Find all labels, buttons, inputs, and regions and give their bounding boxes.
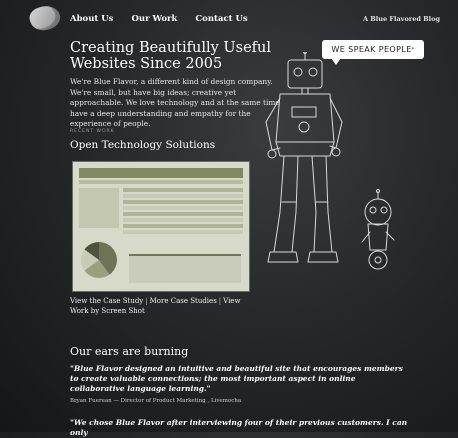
view-case-study-link[interactable]: View the Case Study bbox=[70, 297, 143, 305]
testimonial-quote: "We chose Blue Flavor after interviewing… bbox=[70, 418, 408, 437]
screenshot-table bbox=[123, 188, 243, 248]
screenshot-bar-area bbox=[129, 254, 241, 283]
robots-illustration bbox=[265, 52, 395, 270]
case-study-title: Open Technology Solutions bbox=[70, 139, 216, 151]
testimonial-quote: "Blue Flavor designed an intuitive and b… bbox=[70, 364, 403, 393]
case-study-screenshot[interactable] bbox=[72, 161, 250, 292]
link-separator: | bbox=[145, 297, 148, 305]
intro-text: We're Blue Flavor, a different kind of d… bbox=[70, 77, 280, 129]
screenshot-sidebar bbox=[79, 188, 119, 228]
speech-bubble-mark: * bbox=[411, 46, 415, 53]
blue-flavor-logo[interactable] bbox=[26, 1, 64, 35]
recent-work-label: RECENT WORK bbox=[70, 129, 115, 134]
main-nav: About Us Our Work Contact Us bbox=[70, 14, 248, 24]
nav-our-work[interactable]: Our Work bbox=[131, 14, 177, 24]
testimonial-attribution: Bryan Fuerean — Director of Product Mark… bbox=[70, 398, 242, 404]
testimonials-title: Our ears are burning bbox=[70, 345, 189, 358]
nav-about-us[interactable]: About Us bbox=[70, 14, 113, 24]
screenshot-header bbox=[79, 168, 243, 178]
screenshot-nav bbox=[79, 180, 243, 184]
screenshot-pie-chart bbox=[81, 242, 117, 278]
hero-title: Creating Beautifully Useful Websites Sin… bbox=[70, 40, 271, 72]
link-separator: | bbox=[218, 297, 222, 305]
more-case-studies-link[interactable]: More Case Studies bbox=[150, 297, 217, 305]
blog-link[interactable]: A Blue Flavored Blog bbox=[363, 15, 440, 23]
case-study-links: View the Case Study | More Case Studies | Vi… bbox=[70, 296, 260, 316]
nav-contact-us[interactable]: Contact Us bbox=[195, 14, 247, 24]
large-robot bbox=[265, 52, 343, 263]
small-robot bbox=[361, 189, 395, 270]
